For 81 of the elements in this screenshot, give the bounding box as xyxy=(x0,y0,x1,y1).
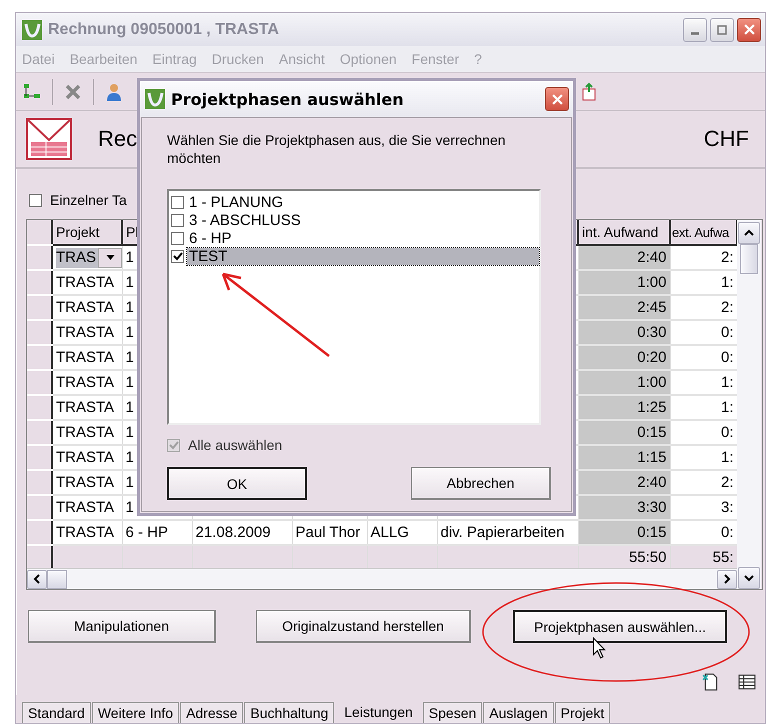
table-cell: TRASTA xyxy=(56,274,114,291)
table-cell: 1: xyxy=(720,374,734,391)
table-cell: 0:15 xyxy=(637,524,666,541)
table-cell: TRASTA xyxy=(56,449,114,466)
table-cell: 1 xyxy=(126,249,134,266)
table-cell: TRASTA xyxy=(56,374,114,391)
invoice-heading: Rec xyxy=(98,126,138,152)
phase-listbox[interactable]: 1 - PLANUNG 3 - ABSCHLUSS 6 - HP TEST xyxy=(167,189,541,425)
total-cell: 55:50 xyxy=(628,548,666,566)
table-cell: 3: xyxy=(720,499,734,516)
action-button[interactable]: Originalzustand herstellen xyxy=(256,610,471,643)
table-cell: 1 xyxy=(126,374,134,391)
table-cell: 1 xyxy=(126,499,134,516)
column-header[interactable]: Projekt xyxy=(56,224,100,240)
phase-item[interactable]: 6 - HP xyxy=(187,230,234,246)
dialog-title: Projektphasen auswählen xyxy=(171,90,405,108)
table-cell: 0: xyxy=(720,424,734,441)
table-cell: TRASTA xyxy=(56,424,114,441)
table-cell: 0: xyxy=(720,324,734,341)
table-cell: div. Papierarbeiten xyxy=(440,524,564,541)
table-cell: 0:20 xyxy=(637,349,666,366)
table-cell: 2:40 xyxy=(637,474,666,491)
table-cell: 1:00 xyxy=(637,274,666,291)
table-cell: 1 xyxy=(126,449,134,466)
table-cell: 1: xyxy=(720,449,734,466)
action-button[interactable]: Projektphasen auswählen... xyxy=(513,610,727,643)
table-cell: TRASTA xyxy=(56,524,114,541)
table-cell: 1 xyxy=(126,349,134,366)
table-cell: 1:00 xyxy=(637,374,666,391)
action-button[interactable]: Manipulationen xyxy=(28,610,216,643)
total-cell: 55: xyxy=(712,548,734,566)
table-cell: 1 xyxy=(126,424,134,441)
table-cell: 1:25 xyxy=(637,399,666,416)
table-cell: 1 xyxy=(126,274,134,291)
window-title: Rechnung 09050001 , TRASTA xyxy=(48,20,280,38)
table-cell: TRASTA xyxy=(56,499,114,516)
checkbox-label: Einzelner Ta xyxy=(50,192,127,208)
table-cell: 1:15 xyxy=(637,449,666,466)
currency-label: CHF xyxy=(704,126,749,152)
cancel-button[interactable]: Abbrechen xyxy=(411,467,551,500)
tab[interactable]: Projekt xyxy=(554,702,610,723)
checkbox-label: Alle auswählen xyxy=(188,437,282,453)
table-cell: 2:45 xyxy=(637,299,666,316)
table-cell: 1 xyxy=(126,324,134,341)
table-cell: 1 xyxy=(126,299,134,316)
table-cell: 1: xyxy=(720,399,734,416)
table-cell: 2: xyxy=(720,299,734,316)
tab[interactable]: Weitere Info xyxy=(92,702,180,723)
table-cell: 21.08.2009 xyxy=(196,524,271,541)
table-cell: 1 xyxy=(126,399,134,416)
phase-item[interactable]: TEST xyxy=(187,248,539,264)
tab[interactable]: Adresse xyxy=(180,702,244,723)
table-cell: 2: xyxy=(720,249,734,266)
dialog-prompt: Wählen Sie die Projektphasen aus, die Sie verrechnen möchten xyxy=(167,131,507,167)
table-cell: 2:40 xyxy=(637,249,666,266)
table-cell: TRASTA xyxy=(56,299,114,316)
table-cell: 1: xyxy=(720,274,734,291)
table-cell: Paul Thor xyxy=(296,524,360,541)
ok-button[interactable]: OK xyxy=(167,467,307,500)
table-cell: ALLG xyxy=(370,524,409,541)
table-cell: 0:30 xyxy=(637,324,666,341)
tab[interactable]: Auslagen xyxy=(483,702,554,723)
table-cell: 0: xyxy=(720,524,734,541)
tab[interactable]: Buchhaltung xyxy=(244,702,334,723)
tab[interactable]: Standard xyxy=(22,702,91,723)
table-cell: 6 - HP xyxy=(126,524,168,541)
table-cell: TRASTA xyxy=(56,349,114,366)
table-cell: TRASTA xyxy=(56,324,114,341)
phase-item[interactable]: 3 - ABSCHLUSS xyxy=(187,212,303,228)
table-cell: 0: xyxy=(720,349,734,366)
table-cell: TRASTA xyxy=(56,399,114,416)
table-cell: 2: xyxy=(720,474,734,491)
table-cell: 1 xyxy=(126,474,134,491)
table-cell: 0:15 xyxy=(637,424,666,441)
table-cell: TRASTA xyxy=(56,474,114,491)
table-cell: 3:30 xyxy=(637,499,666,516)
tab[interactable]: Spesen xyxy=(422,702,482,723)
column-header[interactable]: int. Aufwand xyxy=(582,224,658,240)
phase-item[interactable]: 1 - PLANUNG xyxy=(187,194,286,210)
column-header[interactable]: ext. Aufwa xyxy=(672,224,729,240)
project-dropdown[interactable]: TRAS xyxy=(56,248,121,268)
